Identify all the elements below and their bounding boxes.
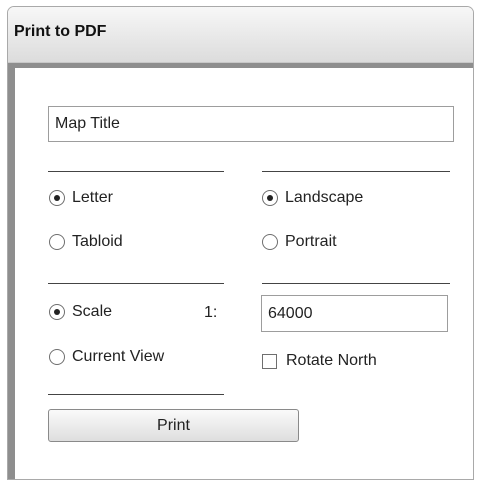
radio-tabloid-label: Tabloid (72, 233, 123, 250)
radio-current-view[interactable]: Current View (49, 348, 164, 366)
radio-selected-dot (267, 195, 273, 201)
radio-button-icon (49, 304, 65, 320)
separator (48, 394, 224, 395)
checkbox-icon (262, 353, 277, 369)
radio-landscape[interactable]: Landscape (262, 189, 363, 207)
separator (262, 171, 450, 172)
rotate-north-checkbox[interactable]: Rotate North (262, 352, 377, 370)
radio-current-view-label: Current View (72, 348, 165, 365)
scale-value: 64000 (268, 304, 313, 322)
radio-scale[interactable]: Scale (49, 303, 112, 321)
dialog-content: Map Title Letter Tabloid Landscape Portr… (8, 63, 473, 479)
radio-landscape-label: Landscape (285, 189, 364, 206)
radio-portrait[interactable]: Portrait (262, 233, 337, 251)
scale-input[interactable]: 64000 (261, 295, 448, 332)
map-title-input[interactable]: Map Title (48, 106, 454, 142)
radio-button-icon (49, 349, 65, 365)
radio-button-icon (262, 234, 278, 250)
radio-tabloid[interactable]: Tabloid (49, 233, 123, 251)
print-button[interactable]: Print (48, 409, 299, 442)
rotate-north-label: Rotate North (286, 352, 377, 369)
radio-button-icon (49, 234, 65, 250)
separator (262, 283, 450, 284)
radio-letter-label: Letter (72, 189, 113, 206)
scale-prefix: 1: (204, 304, 218, 321)
print-to-pdf-dialog: Print to PDF Map Title Letter Tabloid La… (7, 6, 474, 480)
print-button-label: Print (157, 416, 190, 434)
radio-button-icon (49, 190, 65, 206)
radio-portrait-label: Portrait (285, 233, 337, 250)
map-title-value: Map Title (55, 115, 120, 132)
separator (48, 171, 224, 172)
radio-selected-dot (54, 309, 60, 315)
radio-scale-label: Scale (72, 303, 113, 320)
radio-letter[interactable]: Letter (49, 189, 113, 207)
dialog-titlebar[interactable]: Print to PDF (8, 7, 473, 63)
separator (48, 283, 224, 284)
radio-selected-dot (54, 195, 60, 201)
dialog-title: Print to PDF (14, 23, 107, 40)
radio-button-icon (262, 190, 278, 206)
